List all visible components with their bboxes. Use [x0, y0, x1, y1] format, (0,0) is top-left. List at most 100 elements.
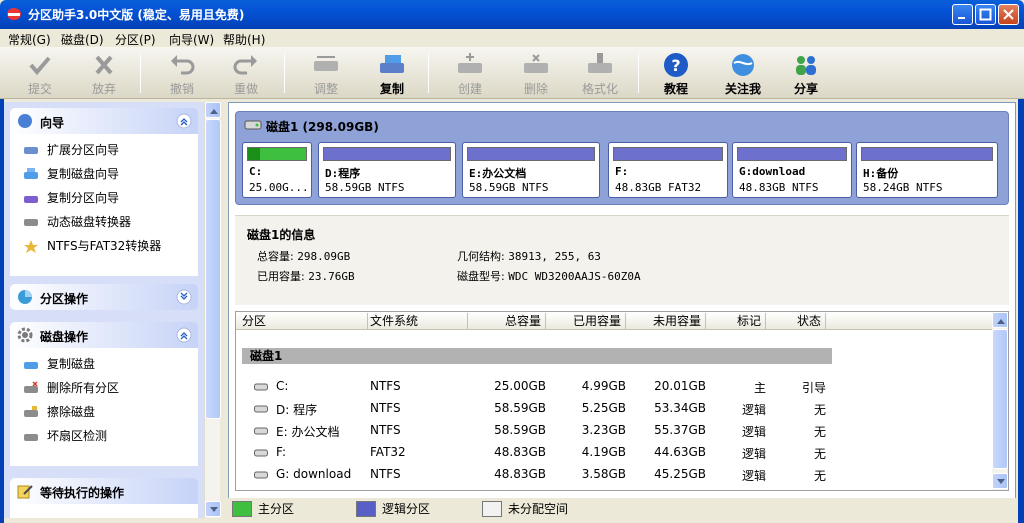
scroll-up-button[interactable] [992, 312, 1008, 328]
table-cell: E: 办公文档 [276, 425, 340, 439]
partition-name: H:备份 [863, 167, 899, 180]
format-disk-icon [588, 53, 612, 73]
table-row[interactable]: F: FAT32 48.83GB 4.19GB 44.63GB 逻辑 无 [236, 442, 994, 464]
partition-name: F: [615, 165, 629, 178]
pending-ops-header[interactable]: 等待执行的操作 [10, 478, 198, 504]
undo-button[interactable]: 撤销 [150, 49, 214, 97]
wizard-item-extend[interactable]: 扩展分区向导 [11, 138, 197, 162]
table-cell: 3.58GB [581, 467, 626, 481]
wizard-item-dynamic[interactable]: 动态磁盘转换器 [11, 210, 197, 234]
partition-block[interactable]: F: 48.83GB FAT32 [608, 142, 728, 198]
copy-label: 复制 [379, 82, 404, 96]
column-header-partition[interactable]: 分区 [242, 313, 368, 329]
table-row[interactable]: D: 程序 NTFS 58.59GB 5.25GB 53.34GB 逻辑 无 [236, 398, 994, 420]
menu-partition[interactable]: 分区(P) [115, 31, 156, 48]
table-cell: 44.63GB [654, 445, 706, 459]
discard-button[interactable]: 放弃 [72, 49, 136, 97]
usage-bar [247, 147, 307, 161]
total-capacity: 总容量: 298.09GB [257, 248, 350, 264]
chevron-up-icon[interactable] [176, 327, 192, 343]
create-button[interactable]: 创建 [438, 49, 502, 97]
wizard-group-header[interactable]: 向导 [10, 108, 198, 134]
arrow-down-icon [997, 479, 1005, 484]
legend-primary-label: 主分区 [258, 502, 295, 516]
table-row[interactable]: G: download NTFS 48.83GB 3.58GB 45.25GB 逻辑 无 [236, 464, 994, 486]
scroll-down-button[interactable] [205, 501, 221, 517]
usage-fill [468, 148, 594, 160]
column-header-status[interactable]: 状态 [768, 313, 826, 329]
window-title: 分区助手3.0中文版 (稳定、易用且免费) [28, 8, 245, 22]
table-cell: 53.34GB [654, 401, 706, 415]
maximize-button[interactable] [975, 4, 996, 25]
extend-disk-icon [24, 147, 38, 154]
delete-button[interactable]: 删除 [504, 49, 568, 97]
format-button[interactable]: 格式化 [568, 49, 632, 97]
table-cell: 3.23GB [581, 423, 626, 437]
table-row[interactable]: C: NTFS 25.00GB 4.99GB 20.01GB 主 引导 [236, 376, 994, 398]
close-button[interactable] [998, 4, 1019, 25]
menu-disk[interactable]: 磁盘(D) [61, 31, 104, 48]
table-row[interactable]: E: 办公文档 NTFS 58.59GB 3.23GB 55.37GB 逻辑 无 [236, 420, 994, 442]
submit-button[interactable]: 提交 [8, 49, 72, 97]
column-header-free[interactable]: 未用容量 [628, 313, 706, 329]
scroll-thumb[interactable] [992, 329, 1008, 469]
left-scrollbar[interactable] [204, 102, 221, 518]
redo-arrow-icon [233, 55, 257, 75]
pending-ops-title: 等待执行的操作 [40, 486, 125, 500]
table-cell: 4.19GB [581, 445, 626, 459]
redo-button[interactable]: 重做 [214, 49, 278, 97]
column-header-filesystem[interactable]: 文件系统 [370, 313, 468, 329]
wizard-item-copy-partition[interactable]: 复制分区向导 [11, 186, 197, 210]
tutorial-button[interactable]: ? 教程 [644, 49, 708, 97]
disk-model: 磁盘型号: WDC WD3200AAJS-60Z0A [457, 268, 641, 284]
delete-disk-icon [524, 54, 548, 73]
create-label: 创建 [457, 82, 482, 96]
svg-text:?: ? [671, 56, 680, 75]
column-header-used[interactable]: 已用容量 [548, 313, 626, 329]
disk-op-delete-all[interactable]: 删除所有分区 [11, 376, 197, 400]
disk-ops-header[interactable]: 磁盘操作 [10, 322, 198, 348]
disk-op-copy[interactable]: 复制磁盘 [11, 352, 197, 376]
toolbar-separator [428, 53, 429, 93]
legend-swatch-primary [232, 501, 252, 517]
copy-button[interactable]: 复制 [360, 49, 424, 97]
scroll-down-button[interactable] [992, 473, 1008, 489]
wizard-item-ntfs-fat32[interactable]: NTFS与FAT32转换器 [11, 234, 197, 258]
column-header-flag[interactable]: 标记 [708, 313, 766, 329]
tutorial-label: 教程 [663, 82, 688, 96]
usage-fill [248, 148, 306, 160]
chevron-down-icon[interactable] [176, 289, 192, 305]
arrow-down-icon [210, 507, 218, 512]
disk-op-wipe[interactable]: 擦除磁盘 [11, 400, 197, 424]
share-button[interactable]: 分享 [774, 49, 838, 97]
arrow-up-icon [997, 319, 1005, 324]
partition-block[interactable]: D:程序 58.59GB NTFS [318, 142, 456, 198]
partition-block[interactable]: C: 25.00G... [242, 142, 312, 198]
partition-block[interactable]: E:办公文档 58.59GB NTFS [462, 142, 600, 198]
resize-button[interactable]: 调整 [294, 49, 358, 97]
drive-icon [254, 383, 268, 391]
table-cell: 55.37GB [654, 423, 706, 437]
menu-wizard[interactable]: 向导(W) [169, 31, 214, 48]
menu-general[interactable]: 常规(G) [8, 31, 51, 48]
column-header-total[interactable]: 总容量 [470, 313, 546, 329]
partition-ops-icon [18, 290, 32, 304]
partition-ops-header[interactable]: 分区操作 [10, 284, 198, 310]
menu-help[interactable]: 帮助(H) [223, 31, 265, 48]
minimize-button[interactable] [952, 4, 973, 25]
partition-size: 25.00G... [249, 181, 309, 194]
people-icon [796, 56, 816, 75]
discard-label: 放弃 [91, 82, 116, 96]
wizard-item-copy-disk[interactable]: 复制磁盘向导 [11, 162, 197, 186]
table-scrollbar[interactable] [992, 312, 1008, 490]
partition-block[interactable]: H:备份 58.24GB NTFS [856, 142, 998, 198]
scroll-up-button[interactable] [205, 102, 221, 118]
disk-op-bad-sector[interactable]: 坏扇区检测 [11, 424, 197, 448]
scroll-thumb[interactable] [205, 119, 221, 419]
partition-block[interactable]: G:download 48.83GB NTFS [732, 142, 852, 198]
title-bar[interactable]: 分区助手3.0中文版 (稳定、易用且免费) [0, 0, 1024, 29]
chevron-up-icon[interactable] [176, 113, 192, 129]
follow-button[interactable]: 关注我 [711, 49, 775, 97]
partition-size: 48.83GB FAT32 [615, 181, 702, 194]
partition-table: 分区 文件系统 总容量 已用容量 未用容量 标记 状态 磁盘1 C: NTFS 25… [235, 311, 1009, 491]
